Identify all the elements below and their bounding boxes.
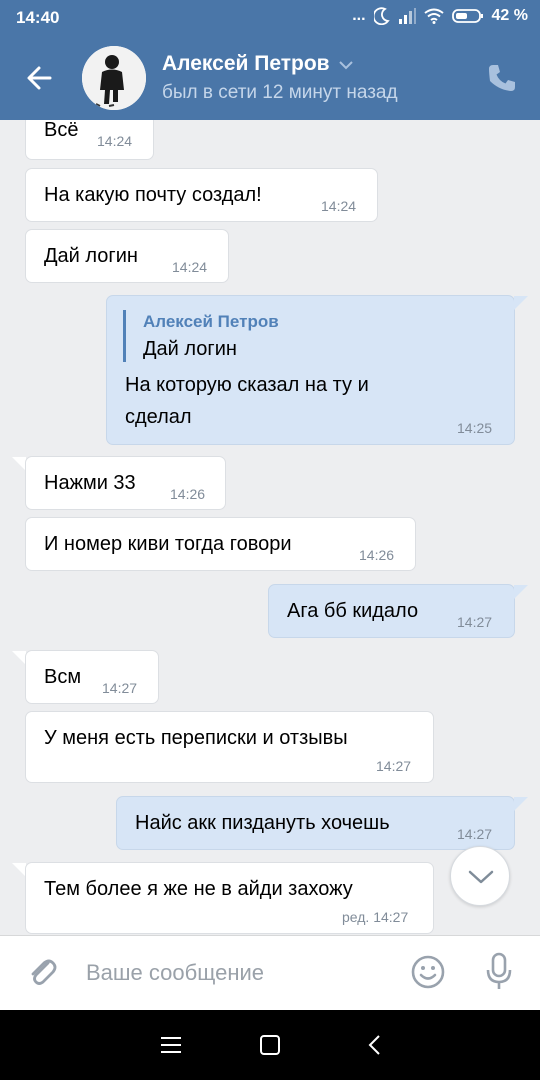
message-time: 14:24 (97, 133, 133, 149)
message-text: Дай логин (44, 245, 138, 267)
bubble-tail (12, 651, 26, 665)
message-time: 14:25 (457, 420, 493, 436)
message-text: Всё (44, 120, 79, 141)
message-time: 14:27 (102, 680, 138, 696)
message-incoming[interactable]: На какую почту создал! 14:24 (25, 168, 378, 222)
bubble-tail (514, 585, 528, 599)
message-text: На какую почту создал! (44, 184, 262, 206)
back-arrow-icon[interactable] (20, 58, 60, 98)
system-nav-bar (0, 1010, 540, 1080)
phone-icon[interactable] (486, 62, 518, 94)
contact-name[interactable]: Алексей Петров (162, 52, 354, 76)
paperclip-icon[interactable] (24, 954, 60, 990)
message-outgoing[interactable]: Алексей Петров Дай логин На которую сказ… (106, 295, 515, 445)
chevron-down-icon (468, 870, 494, 884)
chat-header: Алексей Петров был в сети 12 минут назад (0, 36, 540, 120)
scroll-down-button[interactable] (450, 846, 510, 906)
message-incoming[interactable]: У меня есть переписки и отзывы 14:27 (25, 711, 434, 783)
reply-quote[interactable]: Алексей Петров Дай логин (123, 310, 279, 362)
message-time: 14:26 (170, 486, 206, 502)
message-time: 14:24 (321, 198, 357, 214)
message-incoming[interactable]: И номер киви тогда говори 14:26 (25, 517, 416, 571)
message-time: 14:27 (457, 826, 493, 842)
back-icon[interactable] (362, 1032, 388, 1058)
message-text: Тем более я же не в айди захожу (44, 878, 353, 900)
message-time: 14:27 (457, 614, 493, 630)
bubble-tail (12, 863, 26, 877)
message-text: У меня есть переписки и отзывы (44, 727, 348, 749)
wifi-icon (423, 8, 444, 24)
message-incoming[interactable]: Всм 14:27 (25, 650, 159, 704)
chevron-down-icon[interactable] (338, 52, 354, 76)
message-text: Ага бб кидало (287, 600, 419, 622)
menu-icon[interactable] (158, 1032, 184, 1058)
message-text: Нажми 33 (44, 472, 136, 494)
reply-text: Дай логин (143, 338, 237, 360)
message-text-line2: сделал (125, 406, 192, 428)
message-time: 14:24 (172, 259, 208, 275)
moon-icon (373, 7, 390, 25)
status-dots: ... (352, 7, 366, 24)
status-bar: 14:40 ... 42 % (0, 0, 540, 36)
message-outgoing[interactable]: Найс акк пиздануть хочешь 14:27 (116, 796, 515, 850)
bubble-tail (12, 457, 26, 471)
battery-percent: 42 % (491, 7, 528, 24)
message-input[interactable]: Ваше сообщение (86, 960, 264, 986)
avatar[interactable] (82, 46, 146, 110)
status-time: 14:40 (16, 8, 60, 27)
signal-icon (398, 8, 416, 24)
message-text: Найс акк пиздануть хочешь (135, 812, 390, 834)
square-icon[interactable] (257, 1032, 283, 1058)
message-incoming[interactable]: Всё 14:24 (25, 120, 154, 160)
message-time: 14:27 (376, 758, 412, 774)
message-composer: Ваше сообщение (0, 935, 540, 1010)
smile-icon[interactable] (410, 954, 446, 990)
message-text: И номер киви тогда говори (44, 533, 292, 555)
reply-author: Алексей Петров (143, 312, 279, 331)
message-time: 14:26 (359, 547, 395, 563)
bubble-tail (514, 797, 528, 811)
message-list[interactable]: Всё 14:24 На какую почту создал! 14:24 Д… (0, 120, 540, 935)
message-text: Всм (44, 666, 82, 688)
message-time: ред. 14:27 (342, 909, 409, 925)
message-outgoing[interactable]: Ага бб кидало 14:27 (268, 584, 515, 638)
bubble-tail (514, 296, 528, 310)
message-incoming[interactable]: Дай логин 14:24 (25, 229, 229, 283)
message-text: На которую сказал на ту и (125, 374, 369, 396)
message-incoming[interactable]: Нажми 33 14:26 (25, 456, 226, 510)
microphone-icon[interactable] (484, 952, 514, 992)
last-seen: был в сети 12 минут назад (162, 82, 398, 103)
battery-icon (451, 8, 484, 24)
contact-name-text: Алексей Петров (162, 52, 330, 75)
message-incoming[interactable]: Тем более я же не в айди захожу ред. 14:… (25, 862, 434, 934)
